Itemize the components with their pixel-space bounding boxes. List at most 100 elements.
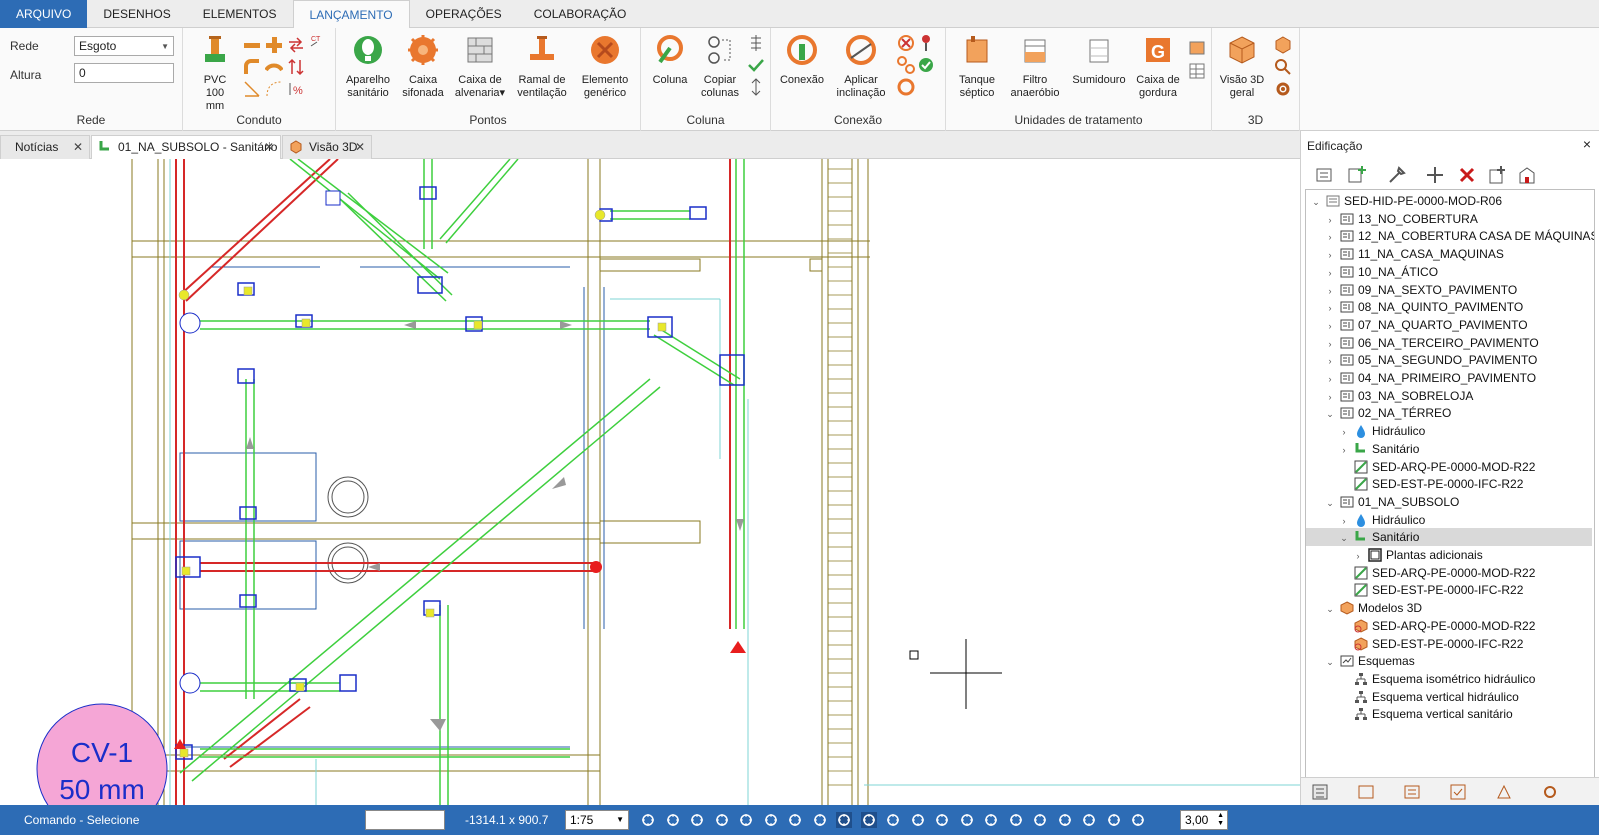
chevron-right-icon[interactable]: ›	[1324, 335, 1336, 353]
spinner-icon[interactable]: ▲ ▼	[1217, 812, 1224, 828]
tree-node[interactable]: › Hidráulico	[1338, 511, 1425, 529]
floor-list-icon[interactable]	[1315, 165, 1335, 185]
tree-node[interactable]: › 07_NA_QUARTO_PAVIMENTO	[1324, 316, 1528, 334]
move-arrows-icon[interactable]	[287, 58, 305, 76]
doc-tab-visao-3d[interactable]: Visão 3D ✕	[282, 135, 372, 159]
cv-1-bubble[interactable]: CV-1 50 mm	[36, 703, 168, 805]
drawing-canvas[interactable]: CV-1 50 mm	[0, 159, 1300, 805]
slope-percent-icon[interactable]: %	[287, 80, 305, 98]
tab-desenhos[interactable]: DESENHOS	[87, 0, 186, 28]
junction-icon[interactable]	[265, 58, 283, 76]
tree-node[interactable]: SED-EST-PE-0000-IFC-R22	[1338, 581, 1523, 599]
gear-icon[interactable]	[1274, 80, 1292, 98]
doc-tab-noticias[interactable]: Notícias ✕	[0, 135, 90, 159]
chevron-right-icon[interactable]: ›	[1324, 246, 1336, 264]
rede-select[interactable]: Esgoto ▼	[74, 36, 174, 56]
tree-node[interactable]: › 09_NA_SEXTO_PAVIMENTO	[1324, 281, 1518, 300]
elements-icon[interactable]	[1495, 783, 1513, 801]
tanque-septico-button[interactable]: Tanque séptico	[950, 34, 1004, 100]
chevron-down-icon[interactable]: ⌄	[1338, 529, 1350, 547]
tree-node[interactable]: › 04_NA_PRIMEIRO_PAVIMENTO	[1324, 369, 1537, 387]
tab-colaboracao[interactable]: COLABORAÇÃO	[518, 0, 643, 28]
tree-node[interactable]: ⌄ 01_NA_SUBSOLO	[1324, 493, 1459, 511]
chevron-right-icon[interactable]: ›	[1338, 423, 1350, 441]
chevron-right-icon[interactable]: ›	[1324, 282, 1336, 300]
add-floor-icon[interactable]	[1347, 165, 1367, 185]
gear-icon[interactable]	[860, 812, 877, 828]
tree-node[interactable]: › Hidráulico	[1338, 422, 1425, 440]
caixa-sifonada-button[interactable]: Caixa sifonada	[398, 34, 448, 100]
tree-node[interactable]: › 03_NA_SOBRELOJA	[1324, 387, 1474, 406]
tree-node[interactable]: SED-EST-PE-0000-IFC-R22	[1338, 635, 1523, 653]
layers-icon[interactable]	[1403, 783, 1421, 801]
close-icon[interactable]: ×	[1583, 136, 1591, 152]
angle-icon[interactable]	[243, 80, 261, 98]
settings-icon[interactable]	[1541, 783, 1559, 801]
tree-node[interactable]: Esquema vertical sanitário	[1338, 705, 1513, 723]
cad-drawing[interactable]: CV-1 50 mm	[0, 159, 1300, 805]
tree-node[interactable]: › 11_NA_CASA_MAQUINAS	[1324, 245, 1504, 263]
chevron-right-icon[interactable]: ›	[1338, 512, 1350, 530]
aparelho-sanitario-button[interactable]: Aparelho sanitário	[342, 34, 394, 100]
chevron-down-icon[interactable]: ⌄	[1310, 193, 1322, 211]
chevron-right-icon[interactable]: ›	[1324, 352, 1336, 370]
close-icon[interactable]: ✕	[264, 136, 274, 158]
aplicar-inclinacao-button[interactable]: Aplicar inclinação	[831, 34, 891, 100]
zoom-in-icon[interactable]	[689, 812, 705, 828]
tree-node[interactable]: › 08_NA_QUINTO_PAVIMENTO	[1324, 298, 1524, 317]
tree-node[interactable]: › Sanitário	[1338, 440, 1420, 459]
chevron-down-icon[interactable]: ⌄	[1324, 494, 1336, 512]
column-levels-icon[interactable]	[747, 34, 765, 52]
checklist-icon[interactable]	[1449, 783, 1467, 801]
tree-node[interactable]: › 12_NA_COBERTURA CASA DE MÁQUINAS	[1324, 227, 1595, 245]
ortho-icon[interactable]	[812, 812, 828, 828]
tree-view-icon[interactable]	[1311, 783, 1329, 801]
line-snap-icon[interactable]	[934, 812, 950, 828]
connection-settings-icon[interactable]	[897, 78, 915, 96]
swap-arrows-icon[interactable]	[287, 36, 305, 54]
treatment-table-icon[interactable]	[1188, 62, 1206, 80]
close-icon[interactable]: ✕	[73, 136, 83, 158]
circle-snap-icon[interactable]	[885, 812, 901, 828]
add-item-icon[interactable]	[1425, 165, 1445, 185]
tree-node[interactable]: ⌄ Modelos 3D	[1324, 599, 1422, 617]
tree-node[interactable]: SED-EST-PE-0000-IFC-R22	[1338, 475, 1523, 493]
chevron-right-icon[interactable]: ›	[1324, 299, 1336, 317]
zoom-realtime-icon[interactable]	[763, 812, 779, 828]
chevron-right-icon[interactable]: ›	[1324, 388, 1336, 406]
tree-node[interactable]: ⌄ SED-HID-PE-0000-MOD-R06	[1310, 192, 1502, 210]
tree-node[interactable]: Esquema vertical hidráulico	[1338, 688, 1519, 706]
value-input[interactable]: 3,00 ▲ ▼	[1180, 810, 1228, 830]
altura-input[interactable]: 0	[74, 63, 174, 83]
tree-node[interactable]: ⌄ 02_NA_TÉRREO	[1324, 404, 1451, 422]
chevron-down-icon[interactable]: ⌄	[1324, 653, 1336, 671]
tab-arquivo[interactable]: ARQUIVO	[0, 0, 88, 28]
chevron-right-icon[interactable]: ›	[1324, 228, 1336, 246]
copiar-colunas-button[interactable]: Copiar colunas	[695, 34, 745, 100]
building-tree[interactable]: ⌄ SED-HID-PE-0000-MOD-R06 › 13_NO_COBERTURA…	[1305, 189, 1595, 779]
chevron-down-icon[interactable]: ⌄	[1324, 600, 1336, 618]
pan-icon[interactable]	[787, 812, 803, 828]
ramal-ventilacao-button[interactable]: Ramal de ventilação	[512, 34, 572, 100]
tree-node[interactable]: Esquema isométrico hidráulico	[1338, 670, 1535, 688]
chevron-right-icon[interactable]: ›	[1338, 441, 1350, 459]
pipe-straight-icon[interactable]	[243, 36, 261, 54]
tree-node[interactable]: SED-ARQ-PE-0000-MOD-R22	[1338, 564, 1535, 582]
filtro-anaerobio-button[interactable]: Filtro anaeróbio	[1006, 34, 1064, 100]
tab-elementos[interactable]: ELEMENTOS	[187, 0, 293, 28]
chevron-right-icon[interactable]: ›	[1324, 264, 1336, 282]
delete-icon[interactable]	[1457, 165, 1477, 185]
check-connection-icon[interactable]	[917, 56, 935, 74]
chevron-right-icon[interactable]: ›	[1324, 211, 1336, 229]
caixa-alvenaria-button[interactable]: Caixa de alvenaria▾	[452, 34, 508, 100]
connections-icon[interactable]	[897, 56, 915, 74]
vertical-snap-icon[interactable]	[1008, 812, 1024, 828]
tree-node[interactable]: › 06_NA_TERCEIRO_PAVIMENTO	[1324, 334, 1539, 352]
drawing-view-icon[interactable]	[1357, 783, 1375, 801]
snap-icon[interactable]	[836, 812, 852, 828]
chevron-right-icon[interactable]: ›	[1352, 547, 1364, 565]
scale-select[interactable]: 1:75 ▼	[565, 810, 629, 830]
new-document-icon[interactable]	[1487, 165, 1507, 185]
zoom-extents-icon[interactable]	[640, 812, 656, 828]
command-input[interactable]	[365, 810, 445, 830]
